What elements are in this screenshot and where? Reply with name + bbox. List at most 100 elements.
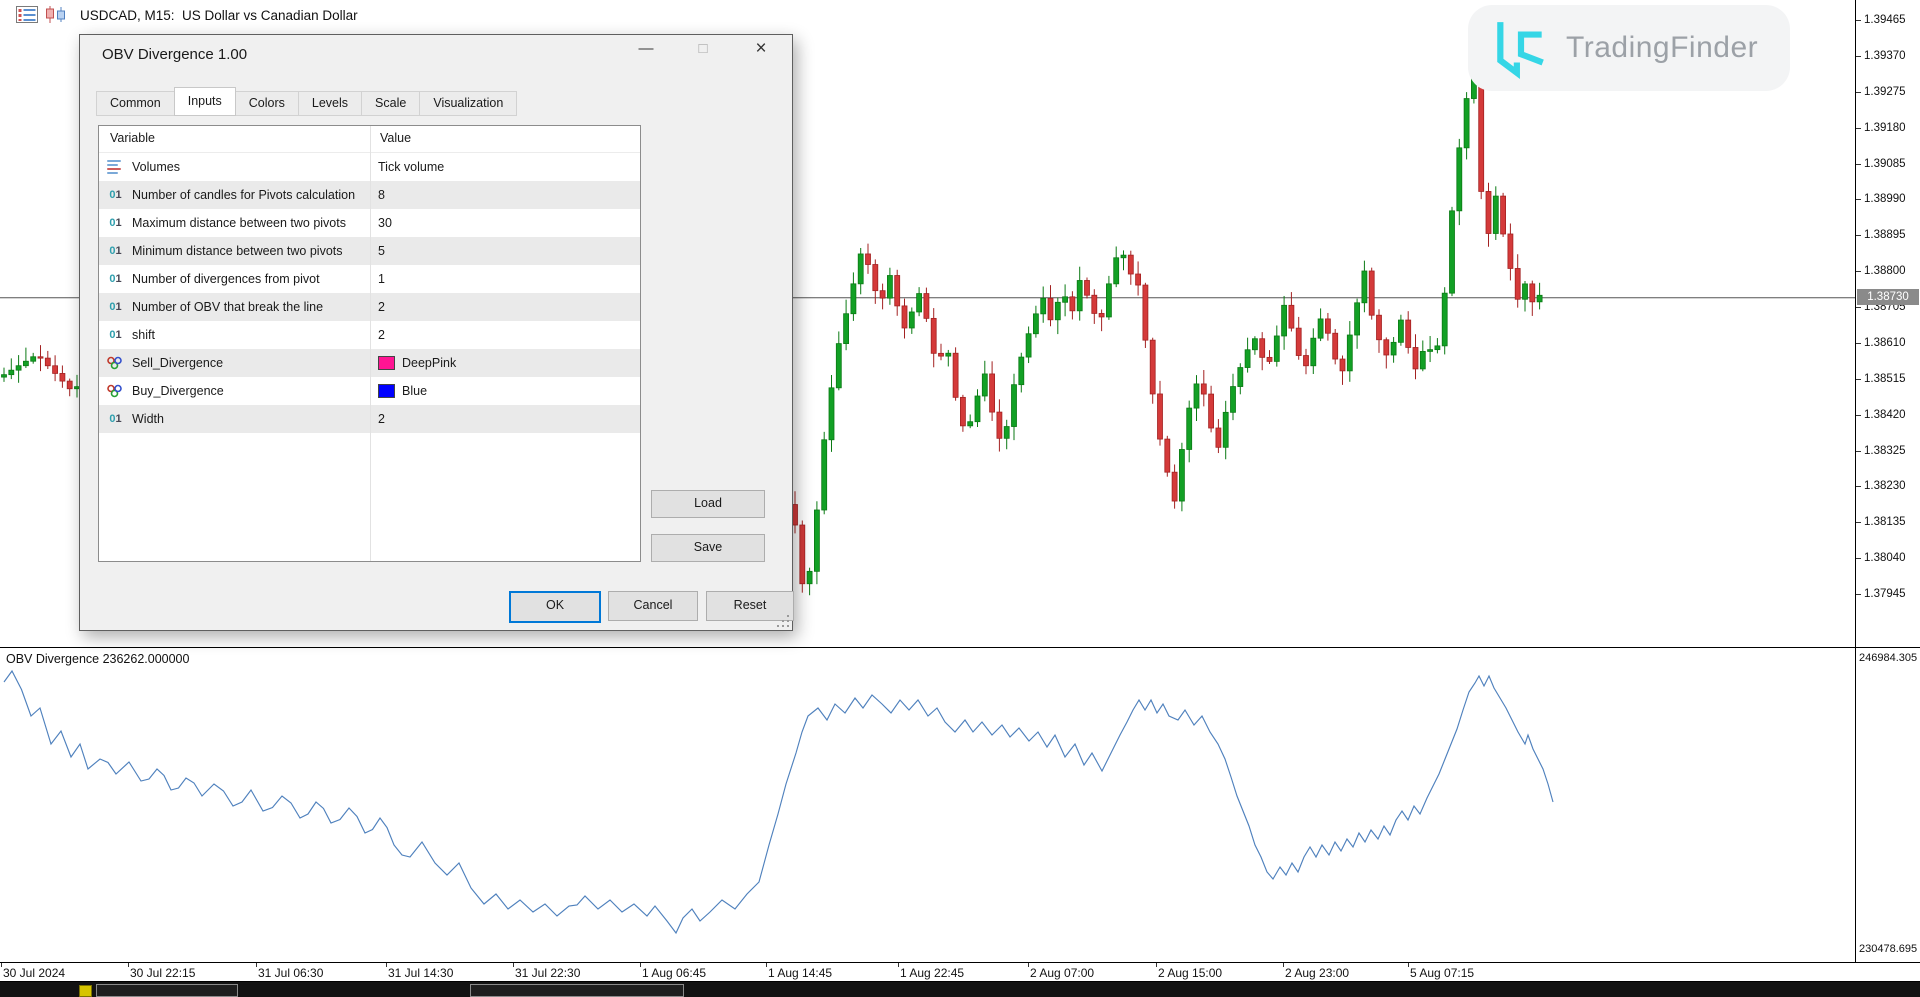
price-tick <box>1856 379 1861 380</box>
time-label: 31 Jul 22:30 <box>515 966 580 980</box>
time-axis[interactable]: 30 Jul 202430 Jul 22:1531 Jul 06:3031 Ju… <box>0 963 1920 981</box>
price-tick-label: 1.38895 <box>1864 229 1906 241</box>
param-value[interactable]: 5 <box>378 244 385 258</box>
tab-colors[interactable]: Colors <box>235 91 299 116</box>
bottom-bar-marker[interactable] <box>79 985 92 997</box>
ok-button[interactable]: OK <box>509 591 601 623</box>
param-value[interactable]: Blue <box>378 384 427 398</box>
color-input-icon <box>107 356 124 370</box>
param-value-text: Tick volume <box>378 160 444 174</box>
candles-icon[interactable] <box>44 6 68 23</box>
price-tick <box>1856 92 1861 93</box>
param-label: Sell_Divergence <box>132 356 223 370</box>
param-value-text: 2 <box>378 300 385 314</box>
time-tick <box>766 963 767 967</box>
price-tick-label: 1.38420 <box>1864 409 1906 421</box>
tab-levels[interactable]: Levels <box>298 91 362 116</box>
param-label: Minimum distance between two pivots <box>132 244 343 258</box>
time-tick <box>128 963 129 967</box>
param-label: Number of divergences from pivot <box>132 272 320 286</box>
integer-input-icon: 01 <box>107 413 124 425</box>
integer-input-icon: 01 <box>107 329 124 341</box>
load-button[interactable]: Load <box>651 490 765 518</box>
color-swatch <box>378 384 395 398</box>
price-tick-label: 1.39370 <box>1864 50 1906 62</box>
price-scale[interactable]: 1.394651.393701.392751.391801.390851.389… <box>1856 0 1920 962</box>
time-label: 30 Jul 22:15 <box>130 966 195 980</box>
integer-input-icon: 01 <box>107 301 124 313</box>
price-tick-label: 1.37945 <box>1864 588 1906 600</box>
save-button[interactable]: Save <box>651 534 765 562</box>
price-tick <box>1856 486 1861 487</box>
tab-inputs[interactable]: Inputs <box>174 87 236 116</box>
param-value[interactable]: 30 <box>378 216 392 230</box>
tab-scale[interactable]: Scale <box>361 91 420 116</box>
obv-line-chart <box>0 648 1855 962</box>
parameters-table[interactable]: Variable Value VolumesTick volume01Numbe… <box>98 125 641 562</box>
obv-indicator-panel[interactable]: OBV Divergence 236262.000000 <box>0 648 1855 962</box>
param-value[interactable]: 2 <box>378 412 385 426</box>
price-tick <box>1856 594 1861 595</box>
tab-common[interactable]: Common <box>96 91 175 116</box>
price-tick-label: 1.38990 <box>1864 193 1906 205</box>
price-tick-label: 1.38610 <box>1864 337 1906 349</box>
bottom-bar <box>0 981 1920 997</box>
column-divider[interactable] <box>370 126 371 561</box>
dialog-title: OBV Divergence 1.00 <box>102 46 247 63</box>
price-tick-label: 1.39180 <box>1864 122 1906 134</box>
scale-separator[interactable] <box>1855 0 1856 962</box>
obv-divergence-dialog: OBV Divergence 1.00 — □ × CommonInputsCo… <box>79 34 793 631</box>
minimize-button[interactable]: — <box>626 35 666 65</box>
resize-grip[interactable] <box>776 614 789 627</box>
time-tick <box>1028 963 1029 967</box>
price-tick-label: 1.39085 <box>1864 158 1906 170</box>
time-tick <box>1283 963 1284 967</box>
price-tick <box>1856 522 1861 523</box>
time-tick <box>1156 963 1157 967</box>
param-label: Buy_Divergence <box>132 384 224 398</box>
value-column-header: Value <box>380 131 411 145</box>
bottom-bar-tab-2[interactable] <box>470 984 684 997</box>
param-value-text: 8 <box>378 188 385 202</box>
price-tick <box>1856 558 1861 559</box>
bottom-bar-tab-1[interactable] <box>96 984 238 997</box>
price-tick <box>1856 164 1861 165</box>
tradingfinder-logo-icon <box>1490 17 1552 79</box>
param-value[interactable]: 8 <box>378 188 385 202</box>
tab-visualization[interactable]: Visualization <box>419 91 517 116</box>
time-label: 2 Aug 07:00 <box>1030 966 1094 980</box>
tradingfinder-watermark: TradingFinder <box>1468 5 1790 91</box>
time-label: 1 Aug 22:45 <box>900 966 964 980</box>
price-tick <box>1856 451 1861 452</box>
time-label: 31 Jul 14:30 <box>388 966 453 980</box>
dialog-tabs: CommonInputsColorsLevelsScaleVisualizati… <box>96 87 516 116</box>
time-label: 2 Aug 23:00 <box>1285 966 1349 980</box>
param-value[interactable]: DeepPink <box>378 356 456 370</box>
close-button[interactable]: × <box>741 35 781 65</box>
indicator-list-icon[interactable] <box>16 6 38 23</box>
time-label: 30 Jul 2024 <box>3 966 65 980</box>
color-input-icon <box>107 384 124 398</box>
integer-input-icon: 01 <box>107 217 124 229</box>
param-value[interactable]: Tick volume <box>378 160 444 174</box>
param-value[interactable]: 1 <box>378 272 385 286</box>
maximize-button[interactable]: □ <box>683 35 723 65</box>
integer-input-icon: 01 <box>107 273 124 285</box>
price-tick-label: 1.38325 <box>1864 445 1906 457</box>
param-label: Maximum distance between two pivots <box>132 216 346 230</box>
param-value[interactable]: 2 <box>378 300 385 314</box>
param-value-text: 2 <box>378 328 385 342</box>
time-tick <box>256 963 257 967</box>
param-label: Number of OBV that break the line <box>132 300 323 314</box>
time-tick <box>386 963 387 967</box>
param-value-text: 5 <box>378 244 385 258</box>
price-tick <box>1856 128 1861 129</box>
price-tick <box>1856 20 1861 21</box>
param-value[interactable]: 2 <box>378 328 385 342</box>
param-label: shift <box>132 328 155 342</box>
param-value-text: Blue <box>402 384 427 398</box>
cancel-button[interactable]: Cancel <box>608 591 698 621</box>
integer-input-icon: 01 <box>107 189 124 201</box>
param-label: Number of candles for Pivots calculation <box>132 188 355 202</box>
price-tick-label: 1.38515 <box>1864 373 1906 385</box>
